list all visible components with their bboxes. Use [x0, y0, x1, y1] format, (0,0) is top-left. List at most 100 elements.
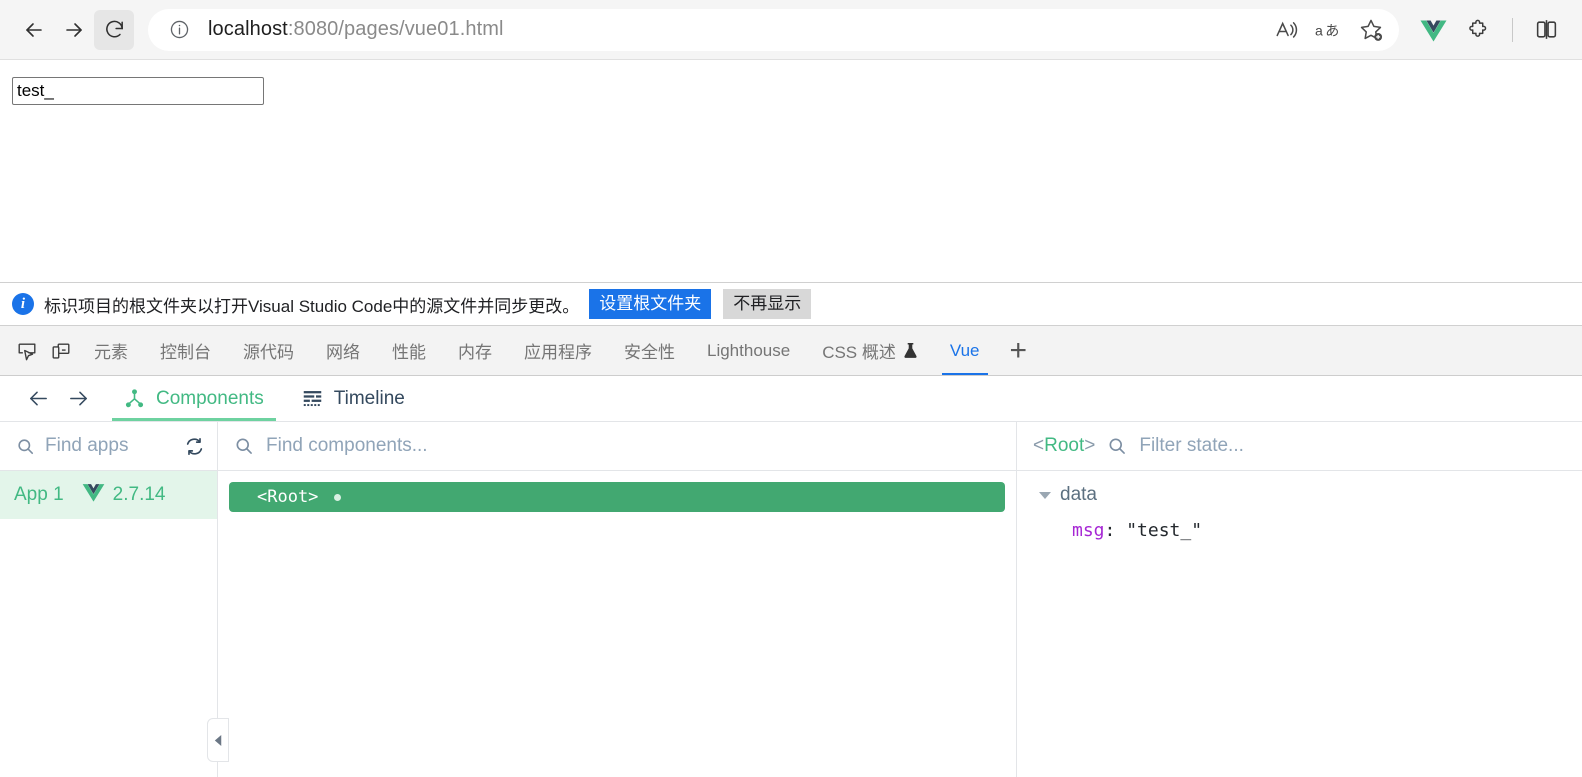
split-screen-icon[interactable]	[1524, 8, 1568, 52]
find-apps-field[interactable]: Find apps	[0, 422, 218, 470]
selected-component-label: <Root>	[1033, 435, 1096, 456]
tab-label: CSS 概述	[822, 343, 896, 362]
component-state-pane: data msg: "test_"	[1017, 471, 1582, 777]
experiment-flask-icon	[903, 342, 918, 359]
find-components-field[interactable]: Find components...	[218, 422, 1017, 470]
back-arrow-icon	[26, 22, 42, 37]
add-panel-button[interactable]: +	[996, 335, 1042, 366]
browser-toolbar: localhost:8080/pages/vue01.html a あ	[0, 0, 1582, 60]
refresh-apps-icon[interactable]	[184, 436, 205, 457]
reload-button[interactable]	[94, 9, 134, 50]
search-icon	[1107, 436, 1127, 456]
translate-icon[interactable]: a あ	[1309, 10, 1349, 50]
address-bar-url: localhost:8080/pages/vue01.html	[208, 18, 504, 41]
caret-down-icon	[1039, 491, 1051, 499]
inspect-element-icon[interactable]	[10, 334, 44, 368]
vscode-root-folder-notification: i 标识项目的根文件夹以打开Visual Studio Code中的源文件并同步…	[0, 282, 1582, 326]
tab-label: 源代码	[243, 343, 294, 362]
vue-tab-label: Timeline	[333, 387, 405, 409]
find-apps-placeholder: Find apps	[45, 435, 129, 456]
url-host: localhost	[208, 18, 288, 40]
forward-arrow-icon	[69, 391, 87, 406]
timeline-icon	[302, 388, 323, 409]
device-toolbar-icon[interactable]	[44, 334, 78, 368]
back-button[interactable]	[14, 10, 54, 50]
tab-label: Lighthouse	[707, 340, 791, 360]
state-value: "test_"	[1126, 520, 1203, 541]
search-icon	[234, 436, 254, 456]
app-name: App 1	[14, 484, 64, 505]
app-list-item[interactable]: App 1 2.7.14	[0, 471, 217, 519]
back-arrow-icon	[29, 391, 47, 406]
tab-label: 网络	[326, 343, 360, 362]
vue-logo-icon	[82, 482, 105, 508]
site-info-icon[interactable]	[164, 15, 194, 45]
devtools-tab-bar: 元素 控制台 源代码 网络 性能 内存 应用程序 安全性 Lighthouse …	[0, 326, 1582, 376]
extensions-puzzle-icon[interactable]	[1457, 8, 1501, 52]
tab-label: Vue	[949, 340, 980, 360]
omnibox-actions: a あ	[1267, 10, 1391, 50]
vue-tab-label: Components	[156, 387, 264, 409]
state-separator: :	[1104, 520, 1127, 541]
devtools-tab-vue[interactable]: Vue	[934, 326, 996, 375]
vue-tab-timeline[interactable]: Timeline	[290, 376, 417, 421]
state-key: msg	[1072, 520, 1105, 541]
tab-label: 内存	[458, 343, 492, 362]
svg-text:a: a	[1315, 22, 1323, 38]
add-to-favorites-icon[interactable]	[1351, 10, 1391, 50]
component-tree-icon	[124, 388, 145, 409]
tab-label: 控制台	[160, 343, 211, 362]
read-aloud-icon[interactable]	[1267, 10, 1307, 50]
svg-text:あ: あ	[1325, 23, 1339, 39]
vue-devtools-extension-icon[interactable]	[1411, 8, 1455, 52]
filter-state-placeholder: Filter state...	[1139, 435, 1244, 456]
page-viewport	[0, 60, 1582, 282]
set-root-folder-button[interactable]: 设置根文件夹	[589, 288, 712, 320]
devtools-tab-performance[interactable]: 性能	[376, 326, 442, 375]
state-group-label: data	[1060, 484, 1097, 505]
toolbar-divider	[1512, 17, 1513, 42]
devtools-tab-console[interactable]: 控制台	[144, 326, 227, 375]
vue-panel-header: Components Timeline	[0, 376, 1582, 422]
app-version: 2.7.14	[112, 484, 166, 505]
reload-icon	[105, 20, 123, 38]
devtools-tab-lighthouse[interactable]: Lighthouse	[691, 326, 806, 375]
dont-show-again-button[interactable]: 不再显示	[723, 288, 812, 320]
collapse-pane-handle[interactable]	[207, 718, 229, 762]
devtools-tab-security[interactable]: 安全性	[608, 326, 691, 375]
tab-label: 安全性	[624, 343, 675, 362]
vue-forward-button[interactable]	[58, 379, 98, 419]
search-icon	[16, 437, 35, 456]
app-version-group: 2.7.14	[82, 482, 166, 508]
state-entry-msg[interactable]: msg: "test_"	[1039, 520, 1582, 541]
url-path: :8080/pages/vue01.html	[287, 18, 504, 40]
tab-label: 性能	[392, 343, 426, 362]
apps-list-pane: App 1 2.7.14	[0, 471, 218, 777]
vue-back-button[interactable]	[18, 379, 58, 419]
vue-tab-components[interactable]: Components	[112, 376, 276, 421]
devtools-tab-sources[interactable]: 源代码	[227, 326, 310, 375]
tab-label: 应用程序	[524, 343, 592, 362]
vue-devtools-panel: Components Timeline Find apps Find compo…	[0, 376, 1582, 777]
devtools-tab-memory[interactable]: 内存	[442, 326, 508, 375]
vue-panel-body: App 1 2.7.14 <Root> data msg: "test_"	[0, 471, 1582, 777]
browser-extension-bar	[1403, 8, 1568, 52]
component-tree-pane: <Root>	[207, 471, 1017, 777]
devtools-tab-elements[interactable]: 元素	[78, 326, 144, 375]
vue-search-row: Find apps Find components... <Root> Filt…	[0, 422, 1582, 471]
component-tree-item-root[interactable]: <Root>	[229, 482, 1005, 512]
forward-arrow-icon	[66, 22, 82, 37]
devtools-tab-css-overview[interactable]: CSS 概述	[806, 326, 934, 375]
filter-state-field[interactable]: <Root> Filter state...	[1017, 422, 1582, 470]
chevron-left-icon	[214, 734, 221, 746]
component-name: <Root>	[257, 487, 319, 507]
notification-message: 标识项目的根文件夹以打开Visual Studio Code中的源文件并同步更改…	[44, 296, 580, 316]
devtools-tab-network[interactable]: 网络	[310, 326, 376, 375]
find-components-placeholder: Find components...	[266, 435, 428, 456]
forward-button[interactable]	[54, 10, 94, 50]
msg-input[interactable]	[12, 77, 264, 105]
devtools-tab-application[interactable]: 应用程序	[508, 326, 608, 375]
info-icon: i	[12, 293, 34, 315]
state-group-data[interactable]: data	[1039, 482, 1582, 508]
address-bar[interactable]: localhost:8080/pages/vue01.html a あ	[148, 8, 1399, 51]
